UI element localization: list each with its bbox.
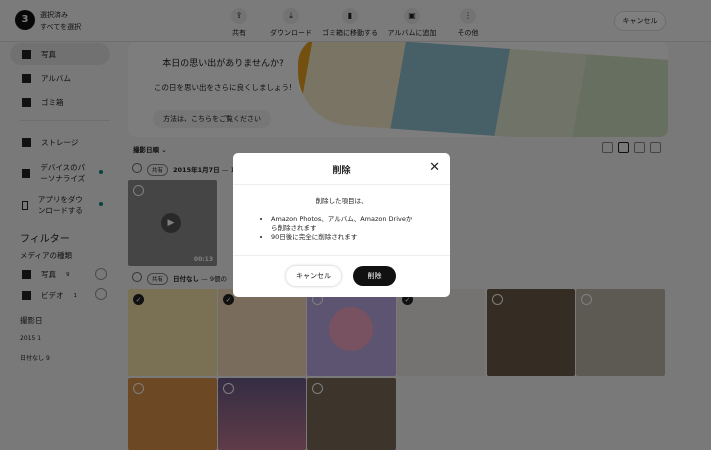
dialog-bullets: Amazon Photos、アルバム、Amazon Driveから削除されます … bbox=[261, 215, 416, 242]
dialog-intro: 削除した項目は、 bbox=[315, 197, 368, 205]
bullet-item: 90日後に完全に削除されます bbox=[271, 233, 416, 242]
divider bbox=[233, 255, 450, 256]
close-icon[interactable]: ✕ bbox=[429, 160, 440, 175]
delete-button[interactable]: 削除 bbox=[353, 266, 396, 286]
dialog-title: 削除 bbox=[332, 166, 351, 176]
delete-dialog: 削除 ✕ 削除した項目は、 Amazon Photos、アルバム、Amazon … bbox=[233, 153, 450, 297]
cancel-button[interactable]: キャンセル bbox=[286, 266, 341, 286]
divider bbox=[233, 184, 450, 185]
bullet-item: Amazon Photos、アルバム、Amazon Driveから削除されます bbox=[271, 215, 416, 233]
